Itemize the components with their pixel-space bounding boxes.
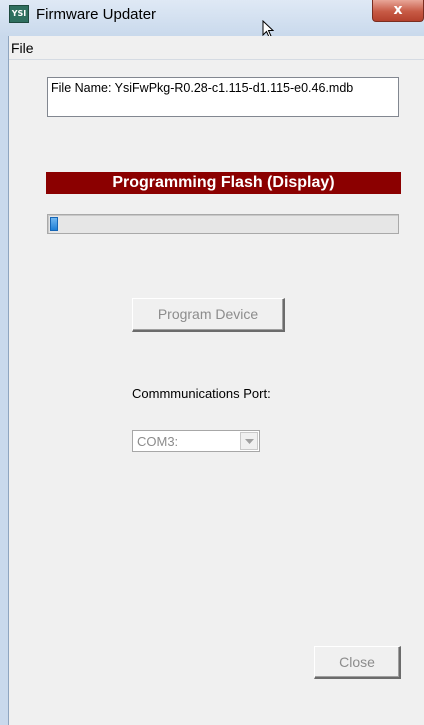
menu-file[interactable]: File bbox=[9, 40, 36, 56]
progress-bar bbox=[47, 214, 399, 234]
app-icon: YSI bbox=[9, 5, 29, 23]
communications-port-select[interactable]: COM3: bbox=[132, 430, 260, 452]
window-close-button[interactable]: x bbox=[372, 0, 424, 22]
communications-port-label: Commmunications Port: bbox=[132, 386, 271, 401]
window-frame-left bbox=[0, 36, 9, 725]
menu-bar: File bbox=[9, 36, 424, 60]
progress-fill bbox=[50, 217, 58, 231]
status-banner: Programming Flash (Display) bbox=[46, 172, 401, 194]
program-device-button[interactable]: Program Device bbox=[132, 298, 285, 332]
window-title: Firmware Updater bbox=[36, 6, 157, 23]
file-name-field: File Name: YsiFwPkg-R0.28-c1.115-d1.115-… bbox=[47, 77, 399, 117]
chevron-down-icon[interactable] bbox=[240, 432, 258, 450]
close-button[interactable]: Close bbox=[314, 646, 401, 679]
port-selected-value: COM3: bbox=[137, 434, 179, 449]
title-bar[interactable]: YSI Firmware Updater x bbox=[0, 0, 424, 38]
